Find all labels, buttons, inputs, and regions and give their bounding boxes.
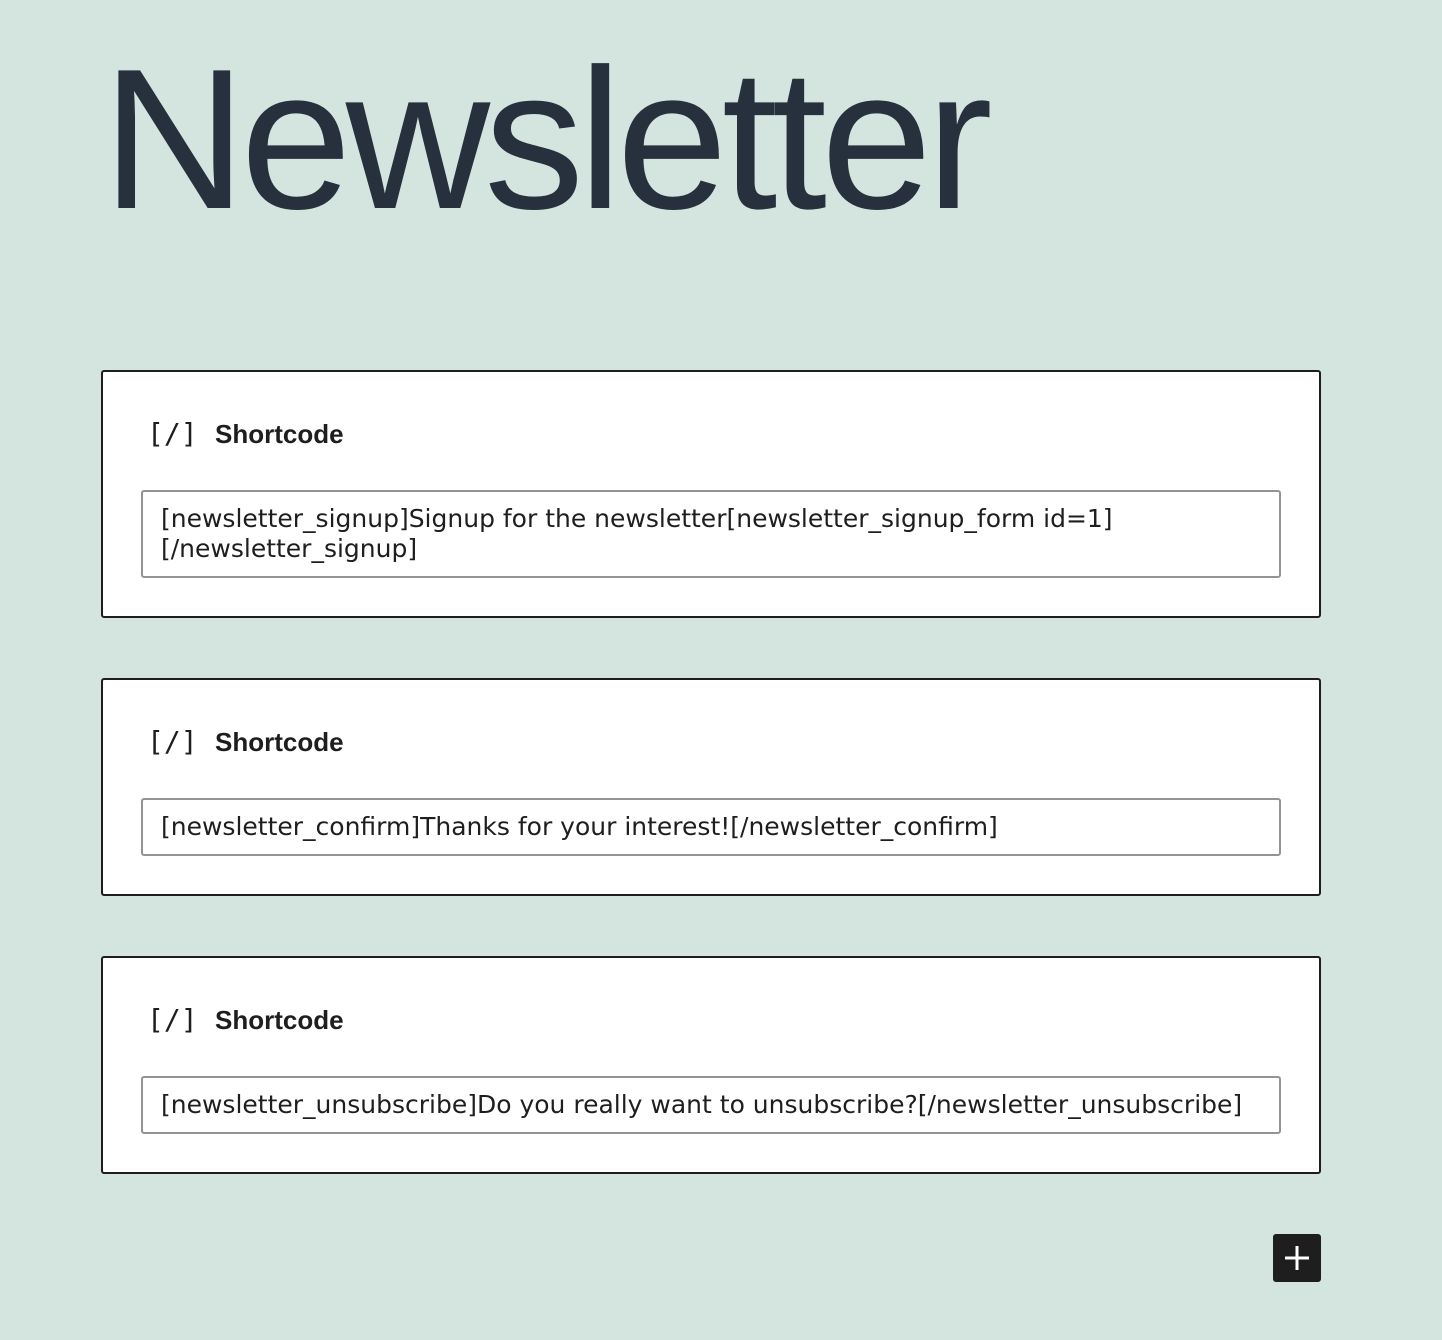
block-header: [/] Shortcode	[147, 416, 344, 452]
shortcode-icon: [/]	[147, 417, 198, 450]
shortcode-block[interactable]: [/] Shortcode [newsletter_signup]Signup …	[101, 370, 1321, 618]
shortcode-block[interactable]: [/] Shortcode [newsletter_confirm]Thanks…	[101, 678, 1321, 896]
block-header: [/] Shortcode	[147, 724, 344, 760]
shortcode-icon: [/]	[147, 725, 198, 758]
shortcode-input[interactable]: [newsletter_unsubscribe]Do you really wa…	[141, 1076, 1281, 1134]
plus-icon	[1285, 1246, 1309, 1270]
add-block-button[interactable]	[1273, 1234, 1321, 1282]
shortcode-block[interactable]: [/] Shortcode [newsletter_unsubscribe]Do…	[101, 956, 1321, 1174]
page-title[interactable]: Newsletter	[102, 40, 993, 240]
block-label: Shortcode	[215, 419, 344, 449]
block-label: Shortcode	[215, 1005, 344, 1035]
block-header: [/] Shortcode	[147, 1002, 344, 1038]
shortcode-input[interactable]: [newsletter_signup]Signup for the newsle…	[141, 490, 1281, 578]
block-label: Shortcode	[215, 727, 344, 757]
shortcode-input[interactable]: [newsletter_confirm]Thanks for your inte…	[141, 798, 1281, 856]
shortcode-icon: [/]	[147, 1003, 198, 1036]
